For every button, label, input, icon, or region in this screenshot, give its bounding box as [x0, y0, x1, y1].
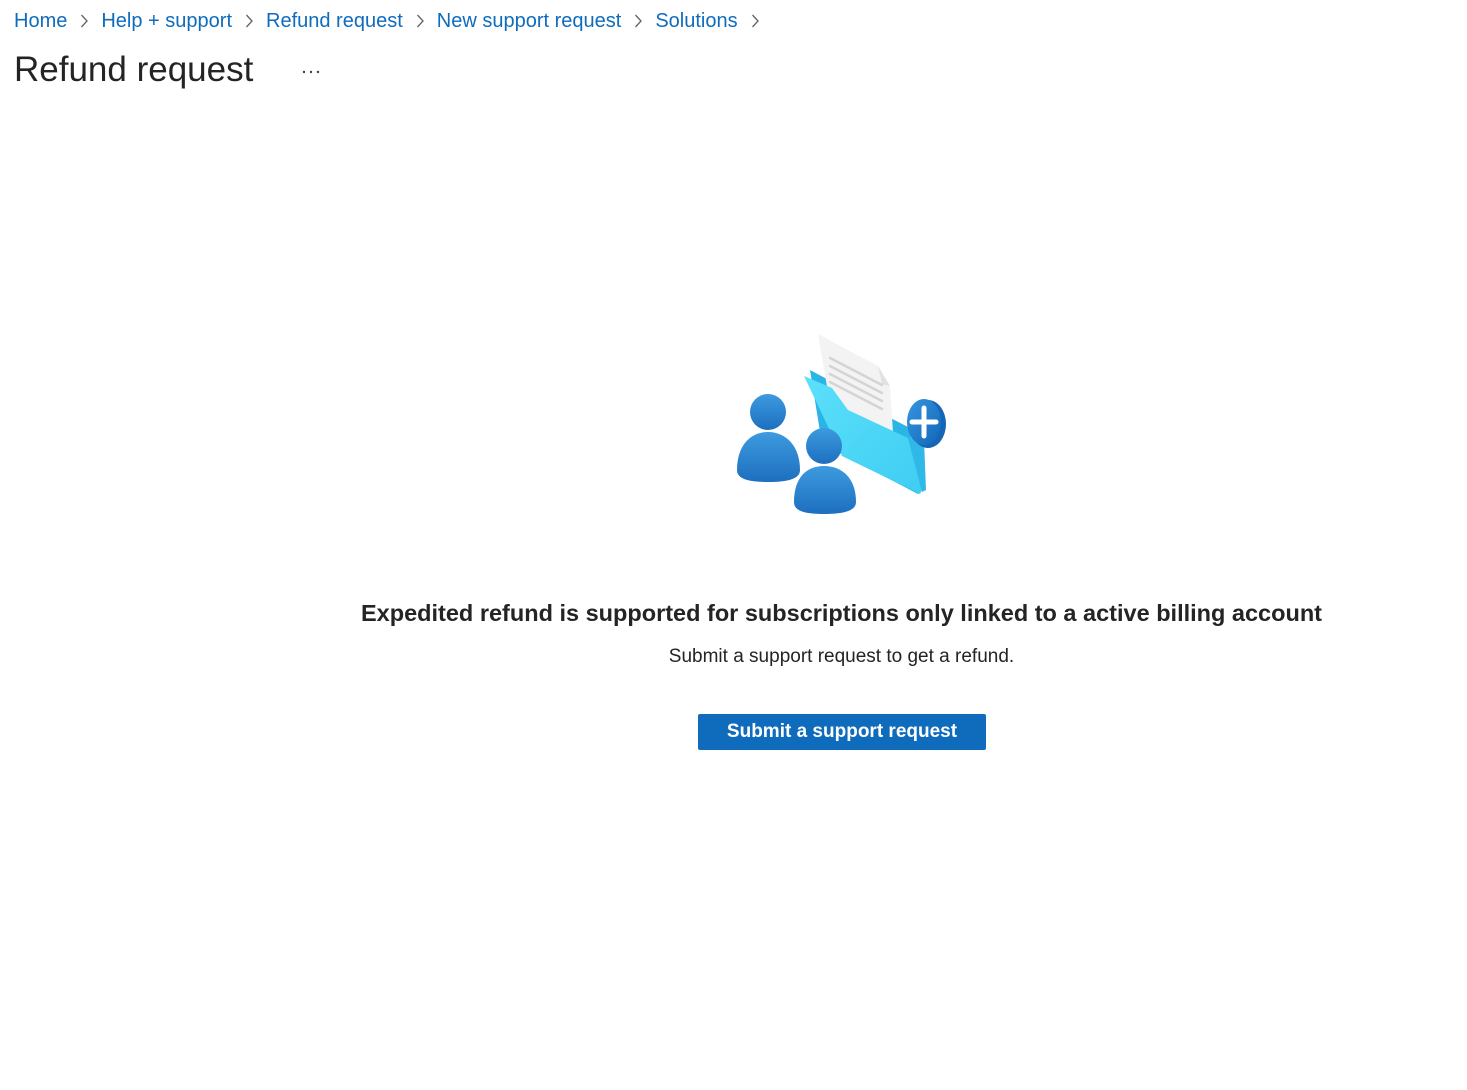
breadcrumb-refund-request[interactable]: Refund request — [266, 10, 403, 33]
empty-state-heading: Expedited refund is supported for subscr… — [360, 600, 1323, 626]
breadcrumb-new-support-request[interactable]: New support request — [437, 10, 622, 33]
chevron-right-icon — [403, 8, 437, 34]
breadcrumb-help-support[interactable]: Help + support — [101, 10, 232, 33]
breadcrumb: Home Help + support Refund request New s… — [14, 8, 772, 34]
empty-state-subtext: Submit a support request to get a refund… — [668, 646, 1015, 667]
chevron-right-icon — [67, 8, 101, 34]
chevron-right-icon — [738, 8, 772, 34]
submit-support-request-button[interactable]: Submit a support request — [698, 714, 986, 750]
chevron-right-icon — [621, 8, 655, 34]
support-folder-people-icon — [732, 330, 952, 520]
ellipsis-icon — [301, 63, 321, 78]
chevron-right-icon — [232, 8, 266, 34]
page-title: Refund request — [14, 50, 254, 89]
more-actions-button[interactable] — [296, 58, 326, 82]
breadcrumb-home[interactable]: Home — [14, 10, 67, 33]
breadcrumb-solutions[interactable]: Solutions — [655, 10, 737, 33]
